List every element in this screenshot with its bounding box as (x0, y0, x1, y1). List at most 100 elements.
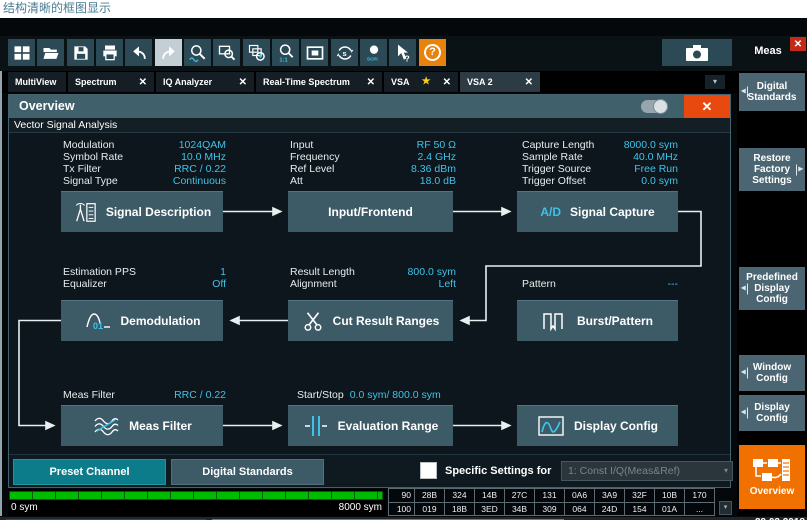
softkey-sidebar: ◀ Digital Standards Restore Factory Sett… (737, 71, 807, 516)
param-label: Alignment (290, 278, 337, 290)
table-scroll-dropdown[interactable]: ▾ (719, 501, 732, 515)
block-label: Display Config (574, 419, 658, 433)
tab-close-icon[interactable]: ✕ (443, 77, 451, 88)
tab-close-icon[interactable]: ✕ (239, 77, 247, 88)
specific-settings-checkbox[interactable] (420, 462, 437, 479)
param-label: Pattern (522, 278, 556, 290)
cut-result-ranges-block[interactable]: Cut Result Ranges (288, 300, 453, 341)
tab-close-icon[interactable]: ✕ (525, 77, 533, 88)
windows-grid-icon (12, 43, 32, 63)
preset-channel-button[interactable]: Preset Channel (13, 459, 166, 485)
tab-real-time-spectrum[interactable]: Real-Time Spectrum ✕ (256, 72, 382, 92)
param-value: 2.4 GHz (417, 151, 456, 163)
input-frontend-block[interactable]: Input/Frontend (288, 191, 453, 232)
signal-description-block[interactable]: Signal Description (61, 191, 223, 232)
tab-spectrum[interactable]: Spectrum ✕ (68, 72, 154, 92)
hex-cell: 34B (505, 503, 535, 517)
windows-layout-button[interactable] (8, 39, 35, 66)
param-value: Left (438, 278, 456, 290)
multi-zoom-button[interactable] (243, 39, 270, 66)
undo-icon (129, 43, 149, 63)
softkey-restore-factory-settings[interactable]: Restore Factory Settings ▶ (739, 148, 805, 191)
meas-filter-block[interactable]: Meas Filter (61, 405, 223, 446)
save-button[interactable] (67, 39, 94, 66)
softkey-predefined-display-config[interactable]: ◀ Predefined Display Config (739, 267, 805, 310)
hex-cell: 27C (505, 489, 535, 503)
demodulation-icon: 01 (84, 310, 112, 332)
hex-cell: 324 (445, 489, 475, 503)
overview-toggle[interactable] (641, 100, 668, 113)
tab-list-dropdown[interactable]: ▾ (705, 75, 725, 89)
softkey-digital-standards[interactable]: ◀ Digital Standards (739, 73, 805, 111)
open-button[interactable] (37, 39, 64, 66)
capture-end-label: 8000 sym (339, 502, 382, 513)
specific-settings-select[interactable]: 1: Const I/Q(Meas&Ref) ▾ (561, 461, 733, 481)
capture-start-label: 0 sym (11, 502, 38, 513)
single-sweep-button[interactable]: s (331, 39, 358, 66)
digital-standards-button[interactable]: Digital Standards (171, 459, 324, 485)
svg-text:SCPI: SCPI (366, 56, 377, 61)
signal-capture-block[interactable]: A/D Signal Capture (517, 191, 678, 232)
submenu-right-icon: ▶ (796, 164, 803, 175)
evaluation-range-block[interactable]: Evaluation Range (288, 405, 453, 446)
softkey-label: Overview (750, 486, 794, 497)
dialog-close-button[interactable]: ✕ (684, 95, 730, 118)
display-config-block[interactable]: Display Config (517, 405, 678, 446)
context-help-button[interactable]: ? (389, 39, 416, 66)
tab-close-icon[interactable]: ✕ (139, 77, 147, 88)
tab-label: VSA 2 (467, 77, 493, 87)
window-close-button[interactable]: ✕ (790, 37, 806, 51)
param-label: Input (290, 139, 313, 151)
undo-button[interactable] (125, 39, 152, 66)
zoom-trace-button[interactable] (184, 39, 211, 66)
block-label: Meas Filter (129, 419, 192, 433)
zoom-one-to-one-button[interactable]: 1:1 (272, 39, 299, 66)
tab-iq-analyzer[interactable]: IQ Analyzer ✕ (156, 72, 254, 92)
signal-description-params: Modulation1024QAM Symbol Rate10.0 MHz Tx… (63, 139, 226, 187)
tab-multiview[interactable]: MultiView (8, 72, 66, 92)
param-label: Sample Rate (522, 151, 583, 163)
redo-button[interactable] (155, 39, 182, 66)
dialog-subtitle: Vector Signal Analysis (9, 118, 730, 133)
scpi-recorder-button[interactable]: SCPI (360, 39, 387, 66)
param-value: --- (668, 278, 679, 290)
screenshot-button[interactable] (662, 39, 732, 66)
help-button[interactable]: ? (419, 39, 446, 66)
burst-pattern-icon (542, 310, 568, 332)
channel-tabbar: MultiView Spectrum ✕ IQ Analyzer ✕ Real-… (2, 71, 737, 93)
softkey-window-config[interactable]: ◀ Window Config (739, 355, 805, 391)
tab-close-icon[interactable]: ✕ (367, 77, 375, 88)
submenu-left-icon: ◀ (741, 368, 748, 379)
submenu-left-icon: ◀ (741, 408, 748, 419)
param-label: Symbol Rate (63, 151, 123, 163)
tab-vsa[interactable]: VSA ★ ✕ (384, 72, 458, 92)
param-label: Capture Length (522, 139, 594, 151)
tab-vsa-2[interactable]: VSA 2 ✕ (460, 72, 540, 92)
camera-icon (684, 42, 710, 64)
param-label: Meas Filter (63, 389, 115, 401)
param-label: Trigger Offset (522, 175, 586, 187)
softkey-overview[interactable]: Overview (739, 445, 805, 509)
hex-cell: 32F (625, 489, 655, 503)
param-label: Signal Type (63, 175, 118, 187)
param-label: Estimation PPS (63, 266, 136, 278)
fit-window-button[interactable] (301, 39, 328, 66)
softkey-label: Digital Standards (747, 81, 797, 103)
meas-filter-icon (92, 415, 120, 437)
hex-cell: 0A6 (565, 489, 595, 503)
dialog-title: Overview (9, 95, 730, 118)
burst-pattern-block[interactable]: Burst/Pattern (517, 300, 678, 341)
hex-cell: 154 (625, 503, 655, 517)
param-value: Continuous (173, 175, 226, 187)
fit-window-icon (305, 43, 325, 63)
demodulation-block[interactable]: 01 Demodulation (61, 300, 223, 341)
help-pointer-icon: ? (393, 43, 413, 63)
zoom-select-button[interactable] (213, 39, 240, 66)
softkey-display-config[interactable]: ◀ Display Config (739, 395, 805, 431)
svg-text:?: ? (404, 53, 409, 63)
param-value: Off (212, 278, 226, 290)
print-button[interactable] (96, 39, 123, 66)
scpi-icon: SCPI (364, 43, 384, 63)
window-left-edge (0, 71, 2, 516)
param-value: 0.0 sym (641, 175, 678, 187)
